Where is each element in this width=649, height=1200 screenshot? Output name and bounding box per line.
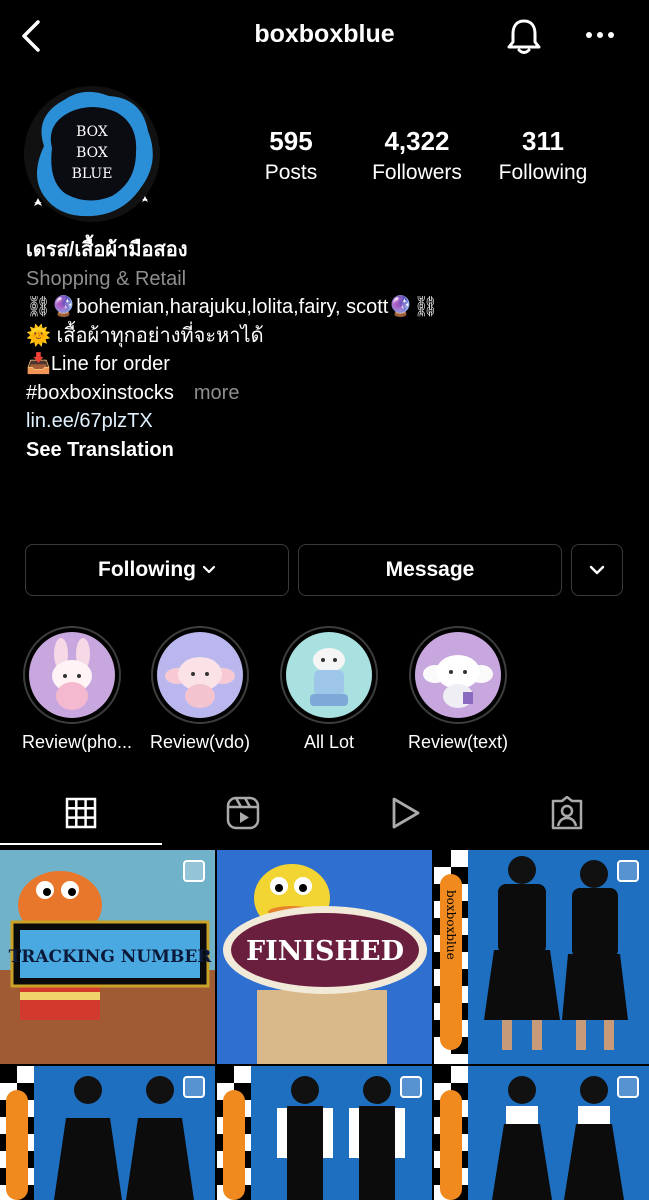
highlight-ring [409,626,507,724]
multiple-photos-icon [183,860,205,882]
multiple-photos-icon [183,1076,205,1098]
following-count-value: 311 [522,126,564,156]
reels-icon [226,796,260,830]
posts-count-label: Posts [264,161,318,184]
highlight-ring [280,626,378,724]
bio-more-link[interactable]: more [194,382,240,404]
avatar-text-line-3: BLUE [72,166,113,182]
post-black-dress-4[interactable] [434,1066,649,1200]
post-black-dress-3[interactable] [217,1066,432,1200]
tab-videos[interactable] [324,780,486,846]
tab-posts-grid[interactable] [0,780,162,846]
bio-hashtag[interactable]: #boxboxinstocks [26,382,174,404]
more-options-icon[interactable] [583,18,617,52]
tagged-person-icon [551,796,583,830]
post-black-dress-2[interactable] [0,1066,215,1200]
bio-hashtag-row: #boxboxinstocks more [26,379,626,408]
tab-tagged[interactable] [486,780,648,846]
posts-count-value: 595 [269,126,313,156]
following-button[interactable]: Following [25,544,289,596]
multiple-photos-icon [617,860,639,882]
posts-count: 595 Posts [246,126,336,185]
profile-bio: เดรส/เสื้อผ้ามือสอง Shopping & Retail ⛓🔮… [26,236,626,464]
chevron-down-icon [202,565,216,574]
highlight-all-lot[interactable]: All Lot [279,626,379,753]
highlight-ring [151,626,249,724]
message-button[interactable]: Message [298,544,562,596]
highlight-label: Review(pho... [22,732,133,752]
profile-avatar[interactable]: BOX BOX BLUE [24,86,160,222]
followers-count[interactable]: 4,322 Followers [358,126,476,185]
highlight-ring [23,626,121,724]
highlight-review-text[interactable]: Review(text) [408,626,508,753]
active-tab-indicator [0,843,162,845]
grid-icon [65,797,97,829]
post-image: TRACKING NUMBER [0,850,215,1064]
highlight-label: Review(text) [408,732,509,752]
following-count-label: Following [498,161,588,184]
highlight-review-photo[interactable]: Review(pho... [22,626,133,753]
profile-username: boxboxblue [254,20,395,48]
post-finished[interactable]: FINISHED [217,850,432,1064]
profile-display-name: เดรส/เสื้อผ้ามือสอง [26,239,188,261]
tab-reels[interactable] [162,780,324,846]
followers-count-label: Followers [372,161,462,184]
highlight-label: All Lot [303,732,355,752]
top-bar: boxboxblue [0,0,649,72]
bio-website-link[interactable]: lin.ee/67plzTX [26,407,626,436]
bio-line-description: 🌞 เสื้อผ้าทุกอย่างที่จะหาได้ [26,324,264,347]
post-black-dress-1[interactable]: boxboxblue [434,850,649,1064]
bell-icon[interactable] [505,16,543,56]
followers-count-value: 4,322 [384,126,450,156]
plush-dog-image [157,632,243,718]
profile-tabs [0,780,649,846]
plush-dog-white-image [415,632,501,718]
post-finished-text: FINISHED [246,936,404,967]
highlight-label: Review(vdo) [150,732,251,752]
following-button-label: Following [98,558,196,581]
see-translation-link[interactable]: See Translation [26,436,626,465]
play-icon [392,797,420,829]
profile-category: Shopping & Retail [26,267,187,290]
following-count[interactable]: 311 Following [487,126,599,185]
posts-grid: TRACKING NUMBER FINISHED boxboxblue [0,850,649,1200]
post-image: boxboxblue [434,850,649,1064]
avatar-text-line-2: BOX [76,145,108,161]
suggested-accounts-button[interactable] [571,544,623,596]
chevron-down-icon [589,565,605,575]
post-image: FINISHED [217,850,432,1064]
multiple-photos-icon [400,1076,422,1098]
highlight-review-video[interactable]: Review(vdo) [150,626,250,753]
post-tracking-number-text: TRACKING NUMBER [9,947,213,967]
plush-bunny-image [29,632,115,718]
plush-figure-image [286,632,372,718]
bio-line-styles: ⛓🔮bohemian,harajuku,lolita,fairy, scott🔮… [26,296,439,318]
bio-line-order: 📥Line for order [26,353,170,375]
post-tracking-number[interactable]: TRACKING NUMBER [0,850,215,1064]
avatar-text-line-1: BOX [76,124,108,140]
message-button-label: Message [385,558,475,581]
side-strip-text: boxboxblue [444,890,458,960]
multiple-photos-icon [617,1076,639,1098]
